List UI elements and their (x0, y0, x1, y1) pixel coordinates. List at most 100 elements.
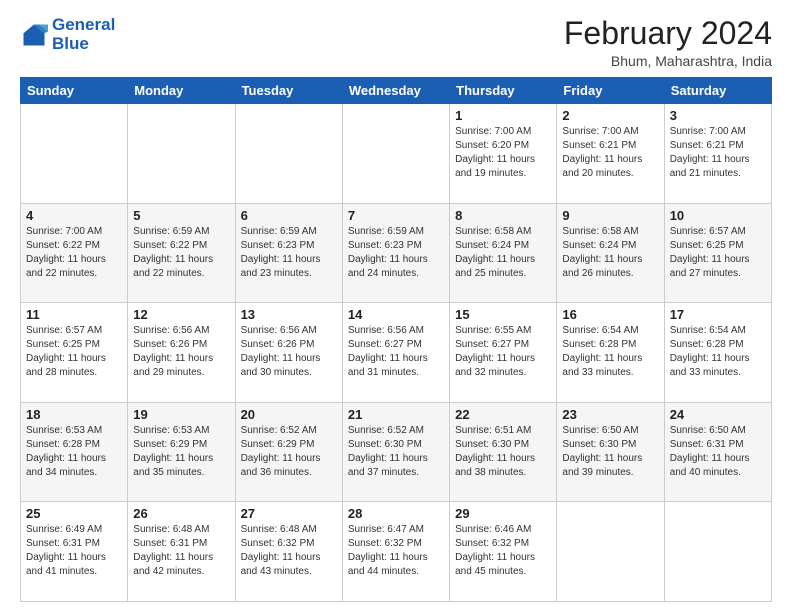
calendar-cell: 12 Sunrise: 6:56 AM Sunset: 6:26 PM Dayli… (128, 303, 235, 403)
day-info: Sunrise: 6:49 AM Sunset: 6:31 PM Dayligh… (26, 523, 122, 579)
calendar-cell: 20Sunrise: 6:52 AM Sunset: 6:29 PM Dayli… (235, 402, 342, 502)
day-info: Sunrise: 6:47 AM Sunset: 6:32 PM Dayligh… (348, 523, 444, 579)
subtitle: Bhum, Maharashtra, India (564, 53, 772, 69)
day-info: Sunrise: 6:54 AM Sunset: 6:28 PM Dayligh… (670, 324, 766, 380)
day-info: Sunrise: 6:57 AM Sunset: 6:25 PM Dayligh… (670, 225, 766, 281)
calendar-cell (664, 502, 771, 602)
day-number: 26 (133, 506, 229, 521)
page: General Blue February 2024 Bhum, Maharas… (0, 0, 792, 612)
calendar-cell: 19 Sunrise: 6:53 AM Sunset: 6:29 PM Dayli… (128, 402, 235, 502)
day-info: Sunrise: 6:59 AM Sunset: 6:23 PM Dayligh… (241, 225, 337, 281)
day-number: 22 (455, 407, 551, 422)
calendar-cell: 13 Sunrise: 6:56 AM Sunset: 6:26 PM Dayli… (235, 303, 342, 403)
day-number: 25 (26, 506, 122, 521)
day-number: 12 (133, 307, 229, 322)
calendar-header-thursday: Thursday (450, 78, 557, 104)
day-number: 24 (670, 407, 766, 422)
day-number: 15 (455, 307, 551, 322)
calendar-cell: 17Sunrise: 6:54 AM Sunset: 6:28 PM Dayli… (664, 303, 771, 403)
calendar-cell: 29 Sunrise: 6:46 AM Sunset: 6:32 PM Dayli… (450, 502, 557, 602)
day-info: Sunrise: 6:52 AM Sunset: 6:30 PM Dayligh… (348, 424, 444, 480)
calendar-cell: 14Sunrise: 6:56 AM Sunset: 6:27 PM Dayli… (342, 303, 449, 403)
day-number: 5 (133, 208, 229, 223)
day-info: Sunrise: 6:50 AM Sunset: 6:30 PM Dayligh… (562, 424, 658, 480)
calendar-cell: 9 Sunrise: 6:58 AM Sunset: 6:24 PM Daylig… (557, 203, 664, 303)
calendar-week-5: 25 Sunrise: 6:49 AM Sunset: 6:31 PM Dayli… (21, 502, 772, 602)
day-number: 21 (348, 407, 444, 422)
calendar-week-1: 1 Sunrise: 7:00 AM Sunset: 6:20 PM Daylig… (21, 104, 772, 204)
day-info: Sunrise: 6:53 AM Sunset: 6:29 PM Dayligh… (133, 424, 229, 480)
calendar-cell: 24 Sunrise: 6:50 AM Sunset: 6:31 PM Dayli… (664, 402, 771, 502)
calendar-cell: 15 Sunrise: 6:55 AM Sunset: 6:27 PM Dayli… (450, 303, 557, 403)
day-number: 28 (348, 506, 444, 521)
calendar-cell: 2Sunrise: 7:00 AM Sunset: 6:21 PM Daylig… (557, 104, 664, 204)
day-info: Sunrise: 7:00 AM Sunset: 6:21 PM Dayligh… (670, 125, 766, 181)
calendar-cell: 7 Sunrise: 6:59 AM Sunset: 6:23 PM Daylig… (342, 203, 449, 303)
day-number: 14 (348, 307, 444, 322)
calendar-cell: 3Sunrise: 7:00 AM Sunset: 6:21 PM Daylig… (664, 104, 771, 204)
day-number: 11 (26, 307, 122, 322)
logo-blue: Blue (52, 35, 115, 54)
day-number: 2 (562, 108, 658, 123)
day-number: 19 (133, 407, 229, 422)
calendar-header-saturday: Saturday (664, 78, 771, 104)
day-info: Sunrise: 7:00 AM Sunset: 6:22 PM Dayligh… (26, 225, 122, 281)
calendar-cell: 11 Sunrise: 6:57 AM Sunset: 6:25 PM Dayli… (21, 303, 128, 403)
calendar-header-wednesday: Wednesday (342, 78, 449, 104)
day-info: Sunrise: 6:55 AM Sunset: 6:27 PM Dayligh… (455, 324, 551, 380)
title-section: February 2024 Bhum, Maharashtra, India (564, 16, 772, 69)
logo: General Blue (20, 16, 115, 53)
calendar-cell: 26 Sunrise: 6:48 AM Sunset: 6:31 PM Dayli… (128, 502, 235, 602)
calendar-cell: 25 Sunrise: 6:49 AM Sunset: 6:31 PM Dayli… (21, 502, 128, 602)
day-number: 18 (26, 407, 122, 422)
calendar-cell: 18 Sunrise: 6:53 AM Sunset: 6:28 PM Dayli… (21, 402, 128, 502)
calendar-cell: 1 Sunrise: 7:00 AM Sunset: 6:20 PM Daylig… (450, 104, 557, 204)
calendar-cell (557, 502, 664, 602)
day-info: Sunrise: 6:57 AM Sunset: 6:25 PM Dayligh… (26, 324, 122, 380)
calendar-week-2: 4 Sunrise: 7:00 AM Sunset: 6:22 PM Daylig… (21, 203, 772, 303)
calendar-cell: 28 Sunrise: 6:47 AM Sunset: 6:32 PM Dayli… (342, 502, 449, 602)
day-info: Sunrise: 6:52 AM Sunset: 6:29 PM Dayligh… (241, 424, 337, 480)
calendar-header-sunday: Sunday (21, 78, 128, 104)
calendar: SundayMondayTuesdayWednesdayThursdayFrid… (20, 77, 772, 602)
day-info: Sunrise: 6:56 AM Sunset: 6:26 PM Dayligh… (133, 324, 229, 380)
calendar-header-friday: Friday (557, 78, 664, 104)
main-title: February 2024 (564, 16, 772, 51)
day-number: 1 (455, 108, 551, 123)
day-number: 13 (241, 307, 337, 322)
day-info: Sunrise: 6:59 AM Sunset: 6:22 PM Dayligh… (133, 225, 229, 281)
day-info: Sunrise: 7:00 AM Sunset: 6:20 PM Dayligh… (455, 125, 551, 181)
calendar-header-monday: Monday (128, 78, 235, 104)
day-number: 23 (562, 407, 658, 422)
calendar-cell: 5 Sunrise: 6:59 AM Sunset: 6:22 PM Daylig… (128, 203, 235, 303)
calendar-cell: 10Sunrise: 6:57 AM Sunset: 6:25 PM Dayli… (664, 203, 771, 303)
top-section: General Blue February 2024 Bhum, Maharas… (20, 16, 772, 69)
day-number: 4 (26, 208, 122, 223)
calendar-cell: 21 Sunrise: 6:52 AM Sunset: 6:30 PM Dayli… (342, 402, 449, 502)
day-number: 6 (241, 208, 337, 223)
day-number: 8 (455, 208, 551, 223)
day-info: Sunrise: 6:51 AM Sunset: 6:30 PM Dayligh… (455, 424, 551, 480)
day-info: Sunrise: 6:46 AM Sunset: 6:32 PM Dayligh… (455, 523, 551, 579)
calendar-cell: 4 Sunrise: 7:00 AM Sunset: 6:22 PM Daylig… (21, 203, 128, 303)
calendar-cell: 22 Sunrise: 6:51 AM Sunset: 6:30 PM Dayli… (450, 402, 557, 502)
day-number: 29 (455, 506, 551, 521)
calendar-week-3: 11 Sunrise: 6:57 AM Sunset: 6:25 PM Dayli… (21, 303, 772, 403)
day-number: 7 (348, 208, 444, 223)
day-info: Sunrise: 6:50 AM Sunset: 6:31 PM Dayligh… (670, 424, 766, 480)
day-info: Sunrise: 6:53 AM Sunset: 6:28 PM Dayligh… (26, 424, 122, 480)
calendar-cell (235, 104, 342, 204)
calendar-cell: 6 Sunrise: 6:59 AM Sunset: 6:23 PM Daylig… (235, 203, 342, 303)
day-number: 27 (241, 506, 337, 521)
calendar-cell: 16Sunrise: 6:54 AM Sunset: 6:28 PM Dayli… (557, 303, 664, 403)
calendar-cell: 23 Sunrise: 6:50 AM Sunset: 6:30 PM Dayli… (557, 402, 664, 502)
calendar-cell (342, 104, 449, 204)
day-number: 9 (562, 208, 658, 223)
day-info: Sunrise: 6:58 AM Sunset: 6:24 PM Dayligh… (562, 225, 658, 281)
day-info: Sunrise: 6:59 AM Sunset: 6:23 PM Dayligh… (348, 225, 444, 281)
calendar-cell: 27Sunrise: 6:48 AM Sunset: 6:32 PM Dayli… (235, 502, 342, 602)
day-info: Sunrise: 6:48 AM Sunset: 6:31 PM Dayligh… (133, 523, 229, 579)
day-info: Sunrise: 6:56 AM Sunset: 6:26 PM Dayligh… (241, 324, 337, 380)
calendar-week-4: 18 Sunrise: 6:53 AM Sunset: 6:28 PM Dayli… (21, 402, 772, 502)
calendar-header-row: SundayMondayTuesdayWednesdayThursdayFrid… (21, 78, 772, 104)
